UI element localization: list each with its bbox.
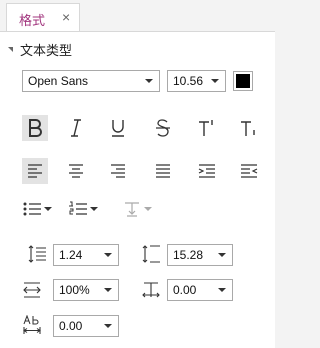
word-spacing-select[interactable]: 0.00 — [53, 315, 119, 337]
subscript-button[interactable] — [236, 115, 262, 141]
close-icon[interactable]: × — [62, 9, 70, 25]
chevron-down-icon — [218, 288, 226, 292]
font-size-select[interactable]: 10.56 — [167, 70, 226, 92]
line-spacing-select[interactable]: 1.24 — [53, 244, 119, 266]
line-spacing-value: 1.24 — [59, 248, 83, 262]
text-direction-icon — [125, 202, 139, 217]
tab-bar: 格式 × — [0, 0, 275, 32]
character-spacing-select[interactable]: 0.00 — [167, 279, 233, 301]
chevron-down-icon — [211, 79, 219, 83]
align-left-icon — [28, 164, 42, 178]
align-center-button[interactable] — [63, 158, 89, 184]
character-scale-icon — [22, 279, 42, 301]
italic-button[interactable] — [63, 115, 89, 141]
font-family-value: Open Sans — [28, 74, 89, 88]
superscript-button[interactable] — [194, 115, 220, 141]
justify-button[interactable] — [150, 158, 176, 184]
bullet-list-icon — [23, 202, 41, 216]
bold-button[interactable] — [22, 115, 48, 141]
bullet-list-button[interactable] — [22, 196, 42, 222]
font-color-swatch[interactable] — [233, 71, 253, 91]
chevron-down-icon — [90, 207, 98, 211]
strikethrough-button[interactable] — [150, 115, 176, 141]
italic-icon — [71, 119, 81, 137]
justify-icon — [156, 164, 170, 178]
line-height-icon — [141, 243, 161, 265]
superscript-icon — [199, 120, 213, 136]
character-scale-select[interactable]: 100% — [53, 279, 119, 301]
chevron-down-icon — [144, 207, 152, 211]
numbered-list-dropdown[interactable] — [90, 198, 98, 220]
align-center-icon — [69, 164, 83, 178]
chevron-down-icon — [104, 253, 112, 257]
section-title: 文本类型 — [20, 42, 73, 58]
word-spacing-icon — [22, 314, 42, 336]
character-scale-value: 100% — [59, 283, 90, 297]
underline-button[interactable] — [105, 115, 131, 141]
underline-icon — [112, 120, 124, 137]
bold-icon — [29, 119, 42, 137]
subscript-icon — [241, 121, 255, 136]
font-size-value: 10.56 — [173, 74, 204, 88]
align-right-button[interactable] — [105, 158, 131, 184]
chevron-down-icon — [145, 79, 153, 83]
strikethrough-icon — [156, 119, 170, 137]
chevron-down-icon — [104, 324, 112, 328]
font-color-fill — [236, 74, 250, 88]
collapse-triangle-icon — [8, 46, 13, 52]
indent-decrease-button[interactable] — [236, 158, 262, 184]
bullet-list-dropdown[interactable] — [44, 198, 52, 220]
tab-format-label: 格式 — [19, 13, 46, 28]
align-left-button[interactable] — [22, 158, 48, 184]
indent-increase-button[interactable] — [194, 158, 220, 184]
font-family-select[interactable]: Open Sans — [22, 70, 160, 92]
numbered-list-button[interactable] — [68, 196, 88, 222]
text-direction-button — [122, 196, 142, 222]
tab-format[interactable]: 格式 × — [6, 3, 80, 32]
line-height-select[interactable]: 15.28 — [167, 244, 233, 266]
line-spacing-icon — [27, 243, 47, 265]
section-header-text-type[interactable]: 文本类型 — [8, 40, 72, 58]
chevron-down-icon — [218, 253, 226, 257]
chevron-down-icon — [104, 288, 112, 292]
line-height-value: 15.28 — [173, 248, 204, 262]
character-spacing-icon — [141, 279, 161, 301]
chevron-down-icon — [44, 207, 52, 211]
indent-decrease-icon — [241, 164, 258, 178]
text-direction-dropdown — [144, 198, 152, 220]
indent-increase-icon — [198, 164, 215, 178]
numbered-list-icon — [69, 201, 87, 215]
character-spacing-value: 0.00 — [173, 283, 197, 297]
format-panel: 文本类型 Open Sans 10.56 1.24 15.28 100% 0.0… — [0, 31, 275, 348]
align-right-icon — [111, 164, 125, 178]
word-spacing-value: 0.00 — [59, 319, 83, 333]
